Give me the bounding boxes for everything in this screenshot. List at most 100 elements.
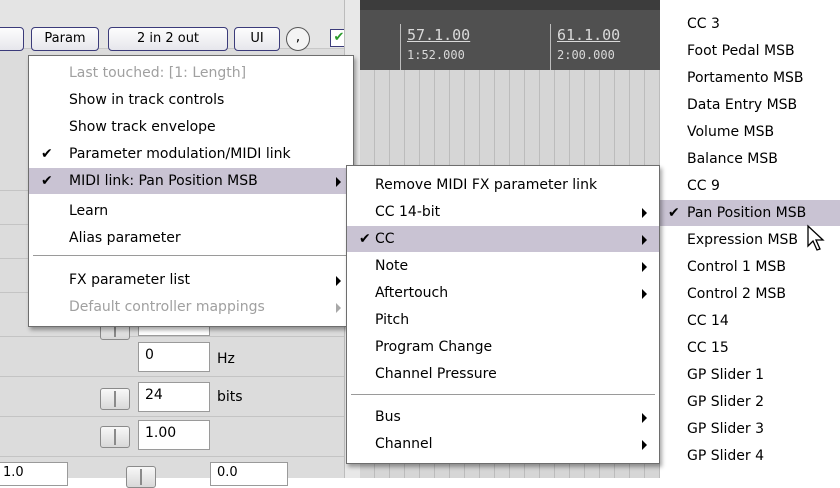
menu-item-parameter-modulation-midi-link[interactable]: ✔ Parameter modulation/MIDI link <box>29 141 353 167</box>
prev-button-partial[interactable] <box>0 27 24 51</box>
menu-item-aftertouch[interactable]: Aftertouch <box>347 280 659 306</box>
menu-item-cc[interactable]: ✔ CC <box>347 226 659 252</box>
menu-item-label: FX parameter list <box>69 272 191 288</box>
ruler-bar-label: 57.1.00 <box>407 26 471 44</box>
cc-item-cc-9[interactable]: CC 9 <box>660 173 840 199</box>
cc-item-label: Volume MSB <box>687 124 775 140</box>
menu-item-label: CC <box>375 231 395 247</box>
cc-item-control-2-msb[interactable]: Control 2 MSB <box>660 281 840 307</box>
menu-item-label: Alias parameter <box>69 230 181 246</box>
menu-item-label: Default controller mappings <box>69 299 265 315</box>
cc-item-gp-slider-1[interactable]: GP Slider 1 <box>660 362 840 388</box>
menu-item-label: Last touched: [1: Length] <box>69 65 247 81</box>
mix-field[interactable]: 1.00 <box>138 420 210 450</box>
ruler-marker-line <box>400 24 401 70</box>
cc-item-label: GP Slider 2 <box>687 394 765 410</box>
cc-item-label: CC 9 <box>687 178 720 194</box>
cc-item-gp-slider-2[interactable]: GP Slider 2 <box>660 389 840 415</box>
cc-item-label: GP Slider 3 <box>687 421 765 437</box>
submenu-arrow-icon <box>336 177 341 187</box>
checkmark-icon: ✔ <box>41 146 53 162</box>
cc-item-pan-position-msb[interactable]: ✔ Pan Position MSB <box>660 200 840 226</box>
cc-item-label: Data Entry MSB <box>687 97 798 113</box>
cc-item-cc-3[interactable]: CC 3 <box>660 11 840 37</box>
cc-item-balance-msb[interactable]: Balance MSB <box>660 146 840 172</box>
cc-item-label: GP Slider 4 <box>687 448 765 464</box>
submenu-arrow-icon <box>642 289 647 299</box>
menu-item-cc-14-bit[interactable]: CC 14-bit <box>347 199 659 225</box>
menu-item-label: Show in track controls <box>69 92 225 108</box>
menu-item-label: Pitch <box>375 312 410 328</box>
menu-item-label: Learn <box>69 203 109 219</box>
menu-item-label: Program Change <box>375 339 493 355</box>
bottom-right-field[interactable]: 0.0 <box>210 462 288 486</box>
checkmark-icon: ✔ <box>41 173 53 189</box>
cc-item-label: CC 14 <box>687 313 729 329</box>
cc-item-volume-msb[interactable]: Volume MSB <box>660 119 840 145</box>
mouse-cursor-icon <box>807 224 825 251</box>
submenu-arrow-icon <box>642 235 647 245</box>
menu-item-midi-link-pan-position-msb[interactable]: ✔ MIDI link: Pan Position MSB <box>29 168 353 194</box>
cc-item-label: Control 1 MSB <box>687 259 786 275</box>
menu-item-label: Parameter modulation/MIDI link <box>69 146 291 162</box>
bottom-slider-knob[interactable] <box>126 466 156 488</box>
menu-item-learn[interactable]: Learn <box>29 198 353 224</box>
frequency-unit: Hz <box>217 351 235 367</box>
cc-item-gp-slider-3[interactable]: GP Slider 3 <box>660 416 840 442</box>
menu-item-show-in-track-controls[interactable]: Show in track controls <box>29 87 353 113</box>
timeline-ruler[interactable]: 57.1.00 1:52.000 61.1.00 2:00.000 <box>360 10 660 70</box>
menu-item-label: Channel <box>375 436 433 452</box>
menu-item-label: Aftertouch <box>375 285 449 301</box>
checkmark-icon: ✔ <box>359 231 371 247</box>
menu-item-label: Bus <box>375 409 401 425</box>
bits-unit: bits <box>217 389 243 405</box>
cc-item-label: Foot Pedal MSB <box>687 43 795 59</box>
menu-item-note[interactable]: Note <box>347 253 659 279</box>
fx-toolbar: Param 2 in 2 out UI , ✔ <box>0 0 360 51</box>
menu-item-label: CC 14-bit <box>375 204 441 220</box>
cc-item-label: CC 15 <box>687 340 729 356</box>
cc-item-foot-pedal-msb[interactable]: Foot Pedal MSB <box>660 38 840 64</box>
submenu-arrow-icon <box>336 276 341 286</box>
menu-item-last-touched-1-length: Last touched: [1: Length] <box>29 60 353 86</box>
checkmark-icon: ✔ <box>668 205 680 221</box>
bits-field[interactable]: 24 <box>138 382 210 412</box>
cc-item-cc-15[interactable]: CC 15 <box>660 335 840 361</box>
submenu-arrow-icon <box>642 440 647 450</box>
cc-item-data-entry-msb[interactable]: Data Entry MSB <box>660 92 840 118</box>
menu-item-label: Remove MIDI FX parameter link <box>375 177 598 193</box>
submenu-arrow-icon <box>642 208 647 218</box>
cc-item-control-1-msb[interactable]: Control 1 MSB <box>660 254 840 280</box>
io-routing-button[interactable]: 2 in 2 out <box>108 27 228 51</box>
wet-knob-icon[interactable]: , <box>286 27 310 51</box>
menu-item-program-change[interactable]: Program Change <box>347 334 659 360</box>
menu-item-bus[interactable]: Bus <box>347 404 659 430</box>
menu-item-channel[interactable]: Channel <box>347 431 659 457</box>
menu-item-label: MIDI link: Pan Position MSB <box>69 173 258 189</box>
menu-item-label: Show track envelope <box>69 119 216 135</box>
menu-item-default-controller-mappings: Default controller mappings <box>29 294 353 320</box>
menu-item-alias-parameter[interactable]: Alias parameter <box>29 225 353 251</box>
menu-item-remove-midi-fx-parameter-link[interactable]: Remove MIDI FX parameter link <box>347 172 659 198</box>
mix-slider-knob[interactable] <box>100 426 130 448</box>
cc-item-portamento-msb[interactable]: Portamento MSB <box>660 65 840 91</box>
menu-item-label: Note <box>375 258 409 274</box>
midi-link-submenu: Remove MIDI FX parameter link CC 14-bit ✔ C… <box>346 165 660 464</box>
submenu-arrow-icon <box>336 303 341 313</box>
bottom-left-field[interactable]: 1.0 <box>0 462 68 486</box>
menu-item-channel-pressure[interactable]: Channel Pressure <box>347 361 659 387</box>
ui-button[interactable]: UI <box>234 27 280 51</box>
row-divider <box>0 336 360 337</box>
bits-slider-knob[interactable] <box>100 388 130 410</box>
param-context-menu: Last touched: [1: Length] Show in track c… <box>28 55 354 327</box>
cc-item-label: Expression MSB <box>687 232 799 248</box>
menu-separator <box>33 255 349 256</box>
cc-item-gp-slider-4[interactable]: GP Slider 4 <box>660 443 840 469</box>
frequency-field[interactable]: 0 <box>138 342 210 372</box>
cc-item-cc-14[interactable]: CC 14 <box>660 308 840 334</box>
menu-item-pitch[interactable]: Pitch <box>347 307 659 333</box>
cc-item-label: CC 3 <box>687 16 720 32</box>
menu-item-fx-parameter-list[interactable]: FX parameter list <box>29 267 353 293</box>
param-button[interactable]: Param <box>31 27 99 51</box>
menu-item-show-track-envelope[interactable]: Show track envelope <box>29 114 353 140</box>
